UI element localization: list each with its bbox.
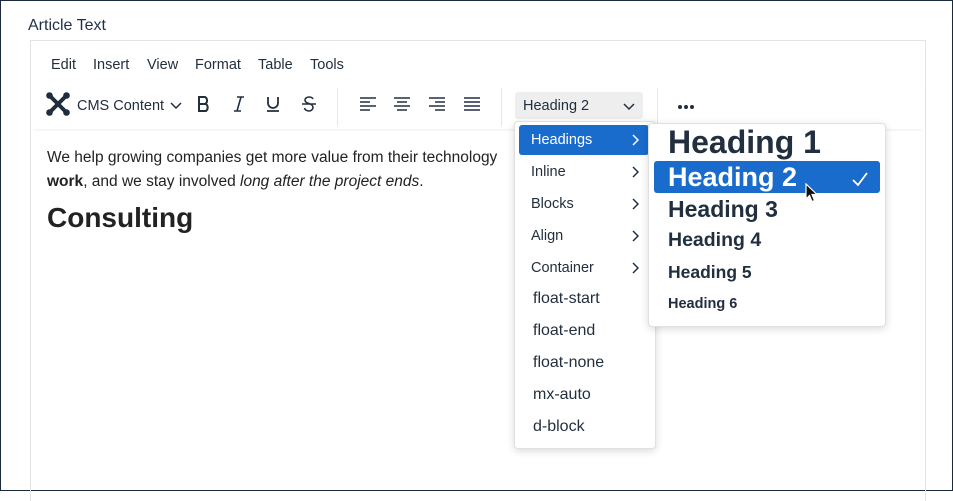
menu-item-heading-4[interactable]: Heading 4	[654, 225, 880, 255]
align-left-button[interactable]	[355, 91, 381, 121]
align-center-icon	[393, 96, 411, 117]
menu-view[interactable]: View	[147, 55, 178, 75]
menu-item-inline[interactable]: Inline	[519, 157, 649, 187]
bold-icon	[196, 95, 212, 118]
menu-tools[interactable]: Tools	[310, 55, 344, 75]
align-right-button[interactable]	[424, 91, 450, 121]
joomla-logo-icon	[45, 91, 71, 122]
menu-item-label: Headings	[531, 132, 593, 148]
bold-button[interactable]	[191, 91, 217, 121]
toolbar-separator	[337, 88, 338, 126]
chevron-right-icon	[632, 166, 640, 182]
menu-item-float-end[interactable]: float-end	[533, 322, 595, 340]
menu-item-float-none[interactable]: float-none	[533, 354, 604, 372]
menu-item-mx-auto[interactable]: mx-auto	[533, 386, 591, 404]
menu-item-float-start[interactable]: float-start	[533, 290, 600, 308]
align-right-icon	[428, 96, 446, 117]
strikethrough-button[interactable]	[296, 91, 322, 121]
cms-content-button[interactable]: CMS Content	[45, 91, 185, 121]
align-center-button[interactable]	[389, 91, 415, 121]
underline-button[interactable]	[260, 91, 286, 121]
paragraph-text: We help growing companies get more value…	[47, 149, 498, 166]
toolbar-separator	[657, 88, 658, 126]
menu-item-blocks[interactable]: Blocks	[519, 189, 649, 219]
menu-edit[interactable]: Edit	[51, 55, 76, 75]
menu-item-d-block[interactable]: d-block	[533, 418, 585, 436]
paragraph-text: , and we stay involved	[83, 173, 240, 190]
mouse-cursor-icon	[805, 182, 819, 208]
chevron-right-icon	[632, 134, 640, 150]
menu-item-label: Align	[531, 228, 564, 244]
menu-item-label: Blocks	[531, 196, 574, 212]
menu-item-headings[interactable]: Headings	[519, 125, 649, 155]
chevron-right-icon	[632, 230, 640, 246]
field-label: Article Text	[28, 17, 106, 34]
editor-menubar: Edit Insert View Format Table Tools	[31, 41, 925, 85]
checkmark-icon	[852, 162, 868, 193]
menu-item-label: Heading 2	[668, 161, 798, 192]
chevron-right-icon	[632, 198, 640, 214]
align-left-icon	[359, 96, 377, 117]
justify-button[interactable]	[459, 91, 485, 121]
chevron-right-icon	[632, 262, 640, 278]
menu-item-heading-3[interactable]: Heading 3	[654, 194, 880, 224]
menu-item-heading-5[interactable]: Heading 5	[654, 257, 880, 287]
chevron-down-icon	[623, 99, 635, 115]
menu-item-align[interactable]: Align	[519, 221, 649, 251]
italic-button[interactable]	[226, 91, 252, 121]
toolbar-separator	[501, 88, 502, 126]
italic-icon	[231, 95, 247, 118]
menu-format[interactable]: Format	[195, 55, 241, 75]
chevron-down-icon	[170, 102, 182, 110]
paragraph-text: .	[419, 173, 424, 190]
headings-submenu: Heading 1 Heading 2 Heading 3 Heading 4 …	[648, 123, 886, 327]
menu-item-label: Inline	[531, 164, 566, 180]
cms-content-label: CMS Content	[77, 98, 165, 114]
menu-item-container[interactable]: Container	[519, 253, 649, 283]
block-format-value: Heading 2	[523, 97, 590, 114]
more-horizontal-icon	[677, 97, 695, 115]
menu-insert[interactable]: Insert	[93, 55, 129, 75]
menu-item-heading-6[interactable]: Heading 6	[654, 290, 880, 318]
menu-item-heading-1[interactable]: Heading 1	[654, 124, 880, 160]
strikethrough-icon	[300, 95, 318, 118]
bold-text: work	[47, 173, 84, 190]
more-button[interactable]	[673, 91, 699, 121]
menu-table[interactable]: Table	[258, 55, 293, 75]
format-dropdown-menu: Headings Inline Blocks Align Container f…	[514, 121, 656, 449]
underline-icon	[265, 95, 281, 118]
italic-text: long after the project ends	[240, 173, 420, 190]
menu-item-label: Container	[531, 260, 594, 276]
block-format-select[interactable]: Heading 2	[515, 92, 643, 119]
menu-item-heading-2[interactable]: Heading 2	[654, 161, 880, 193]
align-justify-icon	[463, 96, 481, 117]
